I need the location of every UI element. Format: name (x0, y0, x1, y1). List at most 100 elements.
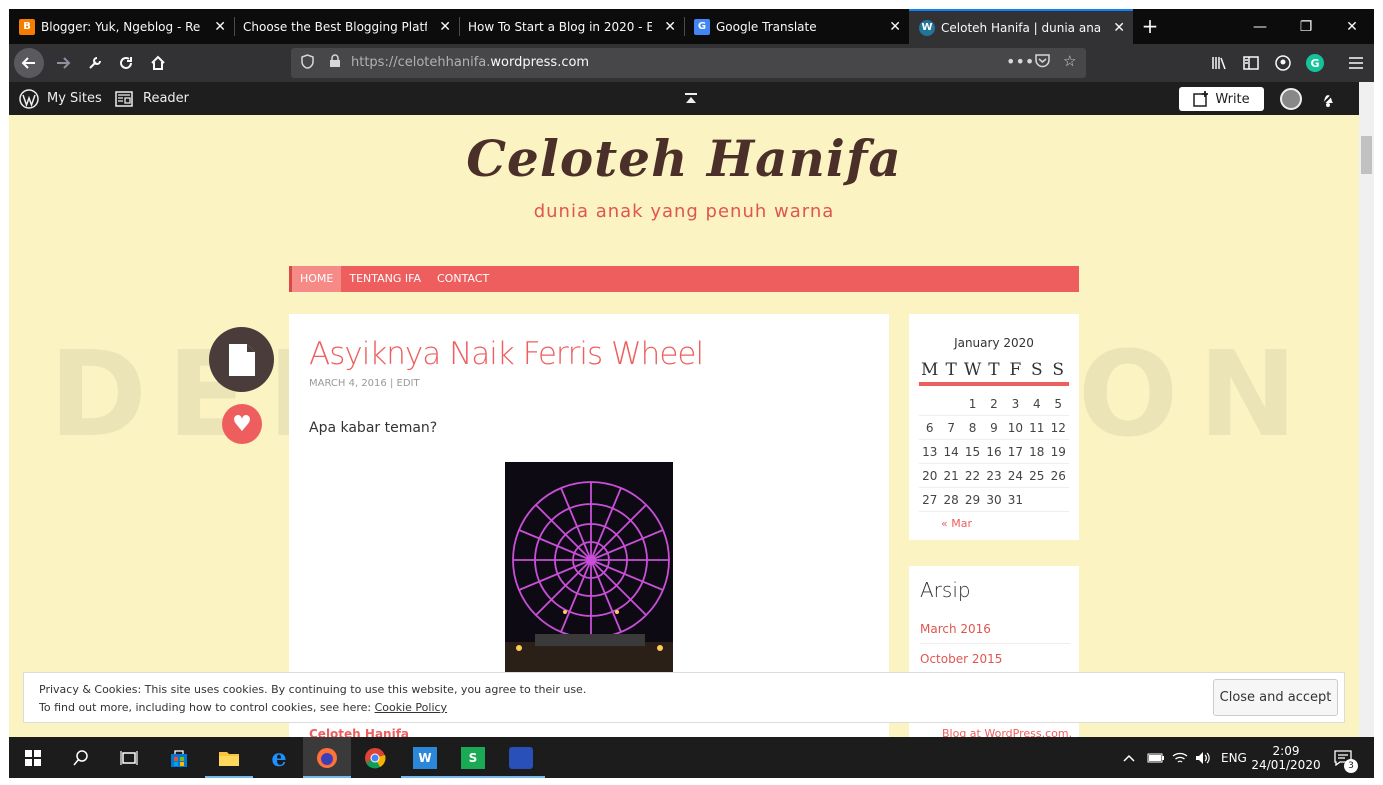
cookie-policy-link[interactable]: Cookie Policy (375, 701, 447, 714)
weekday-label: S (1030, 360, 1043, 380)
menu-button[interactable] (1342, 49, 1370, 77)
reader-button[interactable]: Reader (115, 82, 189, 115)
menu-item-contact[interactable]: CONTACT (429, 266, 497, 292)
notification-count-badge: 3 (1344, 759, 1358, 773)
wordpress-logo-icon (19, 88, 39, 109)
file-explorer-app[interactable] (205, 737, 253, 778)
url-text: https://celotehhanifa.wordpress.com (351, 55, 590, 70)
address-bar[interactable]: https://celotehhanifa.wordpress.com ••• … (291, 48, 1086, 78)
page-actions-icon[interactable]: ••• (1006, 52, 1034, 71)
edge-app[interactable]: e (255, 737, 303, 778)
close-icon[interactable]: ✕ (1113, 20, 1125, 36)
store-app[interactable] (155, 737, 203, 778)
tab-choose-blogging[interactable]: Choose the Best Blogging Platform ✕ (234, 9, 459, 44)
tab-celoteh-hanifa[interactable]: W Celoteh Hanifa | dunia anak yang ✕ (909, 9, 1133, 44)
post-date[interactable]: MARCH 4, 2016 (309, 378, 387, 389)
customize-wrench-button[interactable] (81, 49, 109, 77)
main-menu: HOME TENTANG IFA CONTACT (289, 266, 1079, 292)
calendar-day: 26 (1050, 469, 1066, 483)
search-button[interactable] (57, 737, 105, 778)
calendar-day (1026, 488, 1047, 511)
page-scrollbar[interactable] (1359, 82, 1374, 737)
sidebar-button[interactable] (1237, 49, 1265, 77)
wifi-icon[interactable] (1172, 737, 1188, 778)
calendar-day: 31 (1007, 493, 1024, 507)
bookmark-star-icon[interactable]: ☆ (1063, 52, 1076, 70)
restore-button[interactable]: ❐ (1283, 9, 1329, 44)
close-window-button[interactable]: ✕ (1329, 9, 1374, 44)
clock[interactable]: 2:09 24/01/2020 (1251, 737, 1320, 778)
back-button[interactable] (14, 48, 44, 78)
firefox-app[interactable] (303, 737, 351, 778)
post-title[interactable]: Asyiknya Naik Ferris Wheel (309, 336, 704, 372)
shield-icon[interactable] (301, 54, 314, 73)
action-center-button[interactable]: 3 (1334, 737, 1358, 778)
calendar-day (919, 392, 940, 415)
my-sites-button[interactable]: My Sites (19, 82, 102, 115)
tab-google-translate[interactable]: G Google Translate ✕ (684, 9, 909, 44)
show-hidden-icons-button[interactable] (1123, 737, 1135, 778)
close-and-accept-button[interactable]: Close and accept (1213, 679, 1338, 716)
firefox-icon (317, 747, 337, 768)
write-button[interactable]: Write (1179, 87, 1264, 111)
tab-label: Blogger: Yuk, Ngeblog - Reading (41, 19, 201, 34)
calendar-widget: January 2020 M T W T F S S 12345 6 7 8 9 10 1… (909, 314, 1079, 540)
chevron-up-icon (1123, 754, 1135, 762)
wps-writer-app[interactable]: W (401, 737, 449, 778)
notifications-button[interactable] (1319, 82, 1337, 115)
calendar-day: 12 (1050, 421, 1066, 435)
archive-link[interactable]: March 2016 (920, 614, 1070, 644)
document-icon (228, 343, 255, 376)
input-language[interactable]: ENG (1221, 737, 1247, 778)
lock-icon[interactable] (329, 54, 341, 72)
post-meta: MARCH 4, 2016 | EDIT (309, 378, 420, 389)
battery-icon[interactable] (1147, 737, 1165, 778)
close-icon[interactable]: ✕ (214, 19, 226, 35)
ferris-wheel-photo[interactable] (505, 462, 673, 686)
start-button[interactable] (9, 737, 57, 778)
menu-item-tentang-ifa[interactable]: TENTANG IFA (341, 266, 429, 292)
close-icon[interactable]: ✕ (439, 19, 451, 35)
calendar-day: 22 (964, 469, 981, 483)
write-label: Write (1215, 91, 1250, 107)
account-button[interactable] (1269, 49, 1297, 77)
minimize-button[interactable]: — (1237, 9, 1283, 44)
edit-link[interactable]: EDIT (397, 378, 420, 389)
pocket-icon[interactable] (1035, 54, 1050, 72)
cookie-notice-text: Privacy & Cookies: This site uses cookie… (39, 683, 587, 696)
calendar-day: 28 (943, 493, 959, 507)
home-button[interactable] (144, 49, 172, 77)
site-title[interactable]: Celoteh Hanifa (9, 129, 1359, 188)
weekday-label: M (921, 360, 939, 380)
forward-button[interactable] (49, 49, 77, 77)
scrollbar-thumb[interactable] (1361, 136, 1372, 174)
footer-site-link[interactable]: Celoteh Hanifa (309, 727, 409, 737)
blue-app[interactable] (497, 737, 545, 778)
collapse-bar-button[interactable] (684, 82, 698, 115)
menu-item-home[interactable]: HOME (289, 266, 342, 292)
new-tab-button[interactable]: + (1137, 14, 1163, 40)
app-icon (509, 746, 533, 769)
calendar-day: 16 (986, 445, 1002, 459)
weekday-label: S (1052, 360, 1065, 380)
calendar-prev-link[interactable]: « Mar (941, 517, 972, 530)
reload-button[interactable] (112, 49, 140, 77)
grammarly-extension-button[interactable]: G (1301, 49, 1329, 77)
wps-spreadsheet-app[interactable]: S (449, 737, 497, 778)
chrome-app[interactable] (351, 737, 399, 778)
calendar-day: 1 (968, 397, 977, 411)
close-icon[interactable]: ✕ (889, 19, 901, 35)
tab-start-blog[interactable]: How To Start a Blog in 2020 - Easy to ✕ (459, 9, 684, 44)
close-icon[interactable]: ✕ (664, 19, 676, 35)
footer-credit-link[interactable]: Blog at WordPress.com. (942, 727, 1072, 737)
tab-blogger[interactable]: B Blogger: Yuk, Ngeblog - Reading ✕ (9, 9, 234, 44)
archive-link[interactable]: October 2015 (920, 644, 1070, 674)
like-button[interactable]: ♥ 0 (222, 404, 262, 444)
home-icon (151, 55, 165, 70)
calendar-row: 13 14 15 16 17 18 19 (919, 440, 1069, 464)
volume-icon[interactable] (1195, 737, 1211, 778)
library-button[interactable] (1205, 49, 1233, 77)
avatar (1280, 87, 1302, 110)
profile-avatar-button[interactable] (1280, 82, 1302, 115)
task-view-button[interactable] (105, 737, 153, 778)
